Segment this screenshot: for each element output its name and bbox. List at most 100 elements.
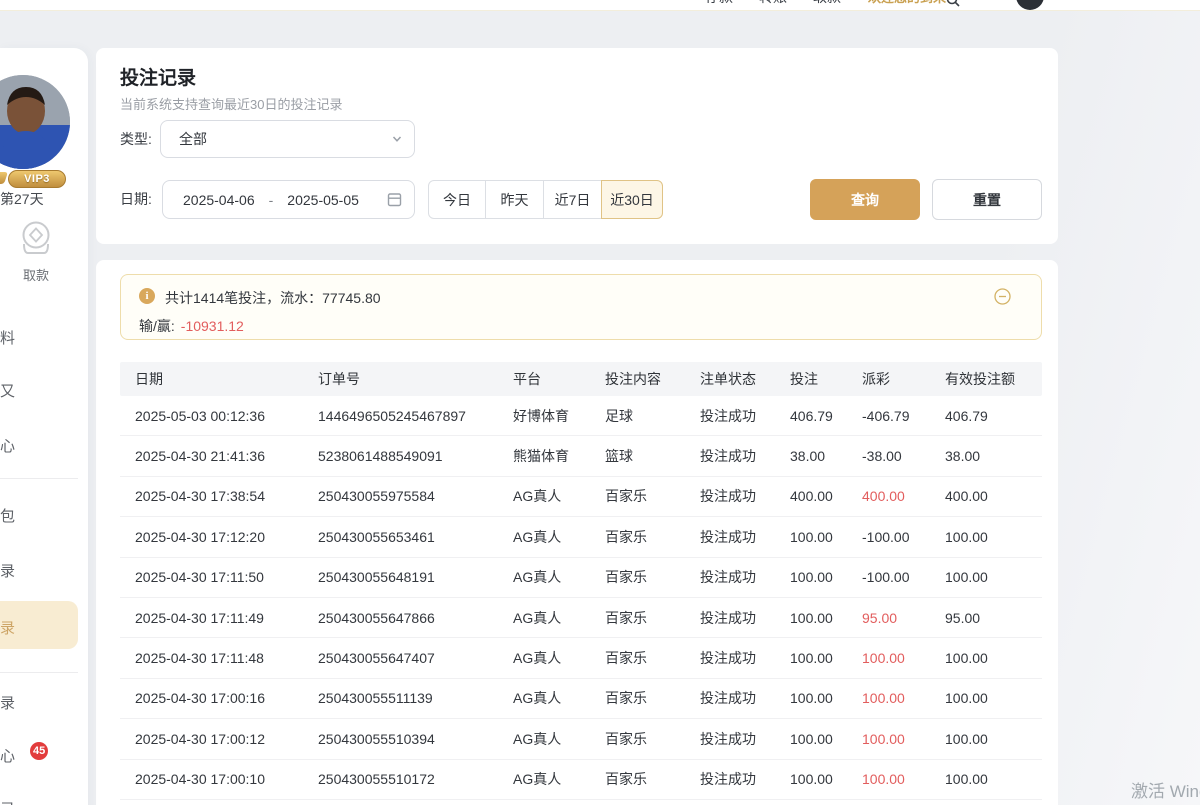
- filter-card: 投注记录 当前系统支持查询最近30日的投注记录 类型: 全部 日期: 2025-…: [96, 48, 1058, 244]
- sidebar-item[interactable]: 包: [0, 505, 15, 526]
- top-navbar: 存款 转账 取款 欢迎您的到来: [0, 0, 1200, 11]
- table-header-cell: 订单号: [318, 369, 513, 389]
- table-cell: 400.00: [790, 488, 862, 504]
- summary-totals: 共计1414笔投注，流水：77745.80: [165, 288, 381, 308]
- table-cell: 100.00: [945, 690, 1042, 706]
- table-cell: -38.00: [862, 448, 945, 464]
- table-cell: 2025-04-30 17:12:20: [120, 529, 318, 545]
- table-cell: 百家乐: [605, 769, 700, 789]
- table-row: 2025-04-30 17:11:50250430055648191AG真人百家…: [120, 558, 1042, 598]
- table-cell: 100.00: [790, 529, 862, 545]
- table-cell: AG真人: [513, 527, 605, 547]
- topnav-item[interactable]: 取款: [813, 0, 841, 7]
- sidebar-item-label: 心: [0, 748, 15, 765]
- sidebar-item[interactable]: 录: [0, 617, 15, 638]
- table-header-cell: 注单状态: [700, 369, 790, 389]
- quick-range-button[interactable]: 近30日: [601, 180, 663, 219]
- query-button[interactable]: 查询: [810, 179, 920, 220]
- table-cell: AG真人: [513, 486, 605, 506]
- table-header: 日期订单号平台投注内容注单状态投注派彩有效投注额: [120, 362, 1042, 396]
- table-cell: 投注成功: [700, 608, 790, 628]
- table-cell: 250430055511139: [318, 690, 513, 706]
- summary-banner: i 共计1414笔投注，流水：77745.80 输/赢:-10931.12: [120, 274, 1042, 340]
- records-table: 日期订单号平台投注内容注单状态投注派彩有效投注额 2025-05-03 00:1…: [120, 362, 1042, 800]
- sidebar-divider: [0, 478, 78, 479]
- table-cell: 100.00: [790, 690, 862, 706]
- table-cell: AG真人: [513, 567, 605, 587]
- topnav-item[interactable]: 存款: [705, 0, 733, 7]
- summary-winlose: 输/赢:-10931.12: [139, 316, 244, 336]
- table-row: 2025-04-30 21:41:365238061488549091熊猫体育篮…: [120, 436, 1042, 476]
- search-icon[interactable]: [946, 0, 960, 7]
- topnav-item[interactable]: 转账: [759, 0, 787, 7]
- table-cell: 5238061488549091: [318, 448, 513, 464]
- table-cell: 投注成功: [700, 527, 790, 547]
- table-cell: 100.00: [862, 731, 945, 747]
- page-title: 投注记录: [120, 63, 196, 90]
- table-cell: 100.00: [945, 650, 1042, 666]
- sidebar-item[interactable]: 录: [0, 798, 15, 805]
- date-end-value: 2025-05-05: [287, 192, 359, 208]
- table-cell: 95.00: [945, 610, 1042, 626]
- page-subtitle: 当前系统支持查询最近30日的投注记录: [120, 94, 342, 113]
- sidebar-item[interactable]: 录: [0, 560, 15, 581]
- table-cell: 2025-04-30 17:00:12: [120, 731, 318, 747]
- topnav-gold-link[interactable]: 欢迎您的到来: [868, 0, 946, 6]
- quick-range-button[interactable]: 昨天: [485, 180, 544, 219]
- table-cell: 100.00: [862, 690, 945, 706]
- table-cell: 100.00: [790, 731, 862, 747]
- sidebar-item[interactable]: 心45: [0, 745, 15, 766]
- type-select[interactable]: 全部: [160, 120, 415, 158]
- table-cell: 250430055648191: [318, 569, 513, 585]
- table-cell: AG真人: [513, 648, 605, 668]
- notification-badge: 45: [30, 742, 48, 760]
- reset-button[interactable]: 重置: [932, 179, 1042, 220]
- table-cell: 100.00: [945, 771, 1042, 787]
- table-body: 2025-05-03 00:12:361446496505245467897好博…: [120, 396, 1042, 800]
- table-cell: 2025-04-30 17:00:16: [120, 690, 318, 706]
- table-cell: 100.00: [790, 610, 862, 626]
- table-cell: 2025-04-30 17:11:50: [120, 569, 318, 585]
- table-row: 2025-04-30 17:00:10250430055510172AG真人百家…: [120, 760, 1042, 800]
- table-cell: 38.00: [790, 448, 862, 464]
- table-cell: 百家乐: [605, 688, 700, 708]
- table-cell: 38.00: [945, 448, 1042, 464]
- table-cell: 95.00: [862, 610, 945, 626]
- table-cell: 投注成功: [700, 648, 790, 668]
- table-cell: 2025-05-03 00:12:36: [120, 408, 318, 424]
- date-label: 日期:: [120, 180, 152, 219]
- table-cell: 百家乐: [605, 527, 700, 547]
- collapse-minus-icon[interactable]: [994, 288, 1011, 305]
- table-cell: 2025-04-30 17:38:54: [120, 488, 318, 504]
- table-header-cell: 派彩: [862, 369, 945, 389]
- sidebar-item[interactable]: 又: [0, 380, 15, 401]
- table-cell: 百家乐: [605, 567, 700, 587]
- table-cell: 100.00: [945, 731, 1042, 747]
- table-cell: 100.00: [790, 771, 862, 787]
- sidebar-item-label: 又: [0, 383, 15, 400]
- table-row: 2025-04-30 17:11:48250430055647407AG真人百家…: [120, 638, 1042, 678]
- chevron-down-icon: [392, 134, 402, 144]
- table-cell: 投注成功: [700, 567, 790, 587]
- table-header-cell: 有效投注额: [945, 369, 1042, 389]
- table-cell: 100.00: [862, 650, 945, 666]
- table-cell: AG真人: [513, 688, 605, 708]
- sidebar-item[interactable]: 心: [0, 435, 15, 456]
- table-cell: 2025-04-30 17:11:49: [120, 610, 318, 626]
- date-range-input[interactable]: 2025-04-06 - 2025-05-05: [162, 180, 415, 219]
- sidebar-item[interactable]: 料: [0, 327, 15, 348]
- table-cell: AG真人: [513, 608, 605, 628]
- table-cell: 投注成功: [700, 688, 790, 708]
- table-cell: 100.00: [790, 650, 862, 666]
- sidebar-item[interactable]: 录: [0, 692, 15, 713]
- quick-range-button[interactable]: 近7日: [543, 180, 602, 219]
- table-cell: 406.79: [790, 408, 862, 424]
- sidebar-menu: 料又心包录录录心45录: [0, 48, 88, 805]
- table-cell: 投注成功: [700, 406, 790, 426]
- table-row: 2025-05-03 00:12:361446496505245467897好博…: [120, 396, 1042, 436]
- type-label: 类型:: [120, 120, 152, 158]
- quick-range-button[interactable]: 今日: [428, 180, 486, 219]
- table-cell: 百家乐: [605, 486, 700, 506]
- table-row: 2025-04-30 17:00:16250430055511139AG真人百家…: [120, 679, 1042, 719]
- user-avatar-small[interactable]: [1016, 0, 1044, 10]
